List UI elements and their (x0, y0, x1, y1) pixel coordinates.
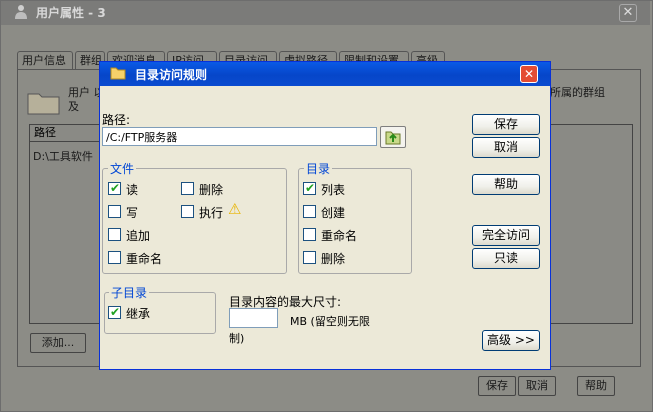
outer-list-header-path[interactable]: 路径 (29, 124, 109, 142)
checkbox-box[interactable] (181, 182, 194, 195)
checkbox-rename-file[interactable]: 重命名 (108, 251, 188, 267)
checkbox-inherit[interactable]: ✔ 继承 (108, 305, 188, 322)
check-icon: ✔ (305, 181, 316, 195)
folder-icon (110, 67, 126, 80)
close-icon[interactable]: ✕ (520, 65, 538, 83)
checkbox-box[interactable] (108, 205, 121, 218)
max-size-input[interactable] (229, 308, 278, 328)
checkbox-box[interactable]: ✔ (108, 181, 121, 195)
max-size-unit-continued: 制) (229, 332, 245, 345)
checkbox-delete-file[interactable]: 删除 (181, 182, 261, 198)
checkbox-label: 创建 (321, 206, 346, 220)
checkbox-label: 重命名 (126, 252, 163, 266)
checkbox-label: 读 (126, 183, 139, 197)
check-icon: ✔ (110, 305, 121, 319)
checkbox-box[interactable]: ✔ (108, 305, 121, 319)
checkbox-rename-dir[interactable]: 重命名 (303, 228, 383, 244)
checkbox-box[interactable] (108, 228, 121, 241)
checkbox-box[interactable] (181, 205, 194, 218)
files-group-legend: 文件 (108, 160, 137, 177)
checkbox-list[interactable]: ✔ 列表 (303, 181, 383, 198)
checkbox-label: 追加 (126, 229, 151, 243)
checkbox-label: 执行 (199, 206, 224, 220)
checkbox-label: 删除 (199, 183, 224, 197)
checkbox-label: 写 (126, 206, 139, 220)
subdirectory-group-legend: 子目录 (109, 284, 150, 301)
checkbox-create[interactable]: 创建 (303, 205, 383, 221)
add-button[interactable]: 添加... (30, 333, 86, 353)
folder-icon (27, 93, 60, 115)
checkbox-box[interactable] (303, 251, 316, 264)
advanced-button[interactable]: 高级 >> (482, 330, 540, 351)
checkbox-box[interactable] (303, 228, 316, 241)
path-label: 路径: (102, 113, 131, 127)
list-item[interactable]: D:\工具软件 (33, 148, 93, 164)
checkbox-label: 列表 (321, 183, 346, 197)
check-icon: ✔ (110, 181, 121, 195)
checkbox-label: 继承 (126, 307, 151, 321)
cancel-button[interactable]: 取消 (472, 137, 540, 158)
path-input[interactable] (102, 127, 377, 146)
outer-cancel-button[interactable]: 取消 (518, 376, 556, 396)
outer-description-right: 所属的群组 (550, 86, 605, 99)
checkbox-write[interactable]: 写 (108, 205, 188, 221)
max-size-unit: MB (留空则无限 (290, 315, 370, 328)
help-button[interactable]: 帮助 (472, 174, 540, 195)
checkbox-read[interactable]: ✔ 读 (108, 181, 188, 198)
tab-user-info[interactable]: 用户信息 (17, 51, 73, 69)
browse-folder-icon (385, 131, 401, 145)
warning-icon: ⚠ (228, 200, 242, 218)
outer-help-button[interactable]: 帮助 (577, 376, 615, 396)
directories-group-legend: 目录 (304, 160, 333, 177)
checkbox-box[interactable] (303, 205, 316, 218)
checkbox-delete-dir[interactable]: 删除 (303, 251, 383, 267)
outer-save-button[interactable]: 保存 (478, 376, 516, 396)
checkbox-append[interactable]: 追加 (108, 228, 188, 244)
checkbox-label: 重命名 (321, 229, 358, 243)
outer-close-icon[interactable]: ✕ (619, 4, 637, 22)
full-access-button[interactable]: 完全访问 (472, 225, 540, 246)
outer-window-title: 用户属性 - 3 (36, 6, 106, 20)
checkbox-box[interactable] (108, 251, 121, 264)
save-button[interactable]: 保存 (472, 114, 540, 135)
checkbox-label: 删除 (321, 252, 346, 266)
read-only-button[interactable]: 只读 (472, 248, 540, 269)
browse-button[interactable] (380, 126, 406, 148)
user-icon (15, 5, 27, 19)
checkbox-box[interactable]: ✔ (303, 181, 316, 195)
dialog-title: 目录访问规则 (135, 68, 208, 82)
